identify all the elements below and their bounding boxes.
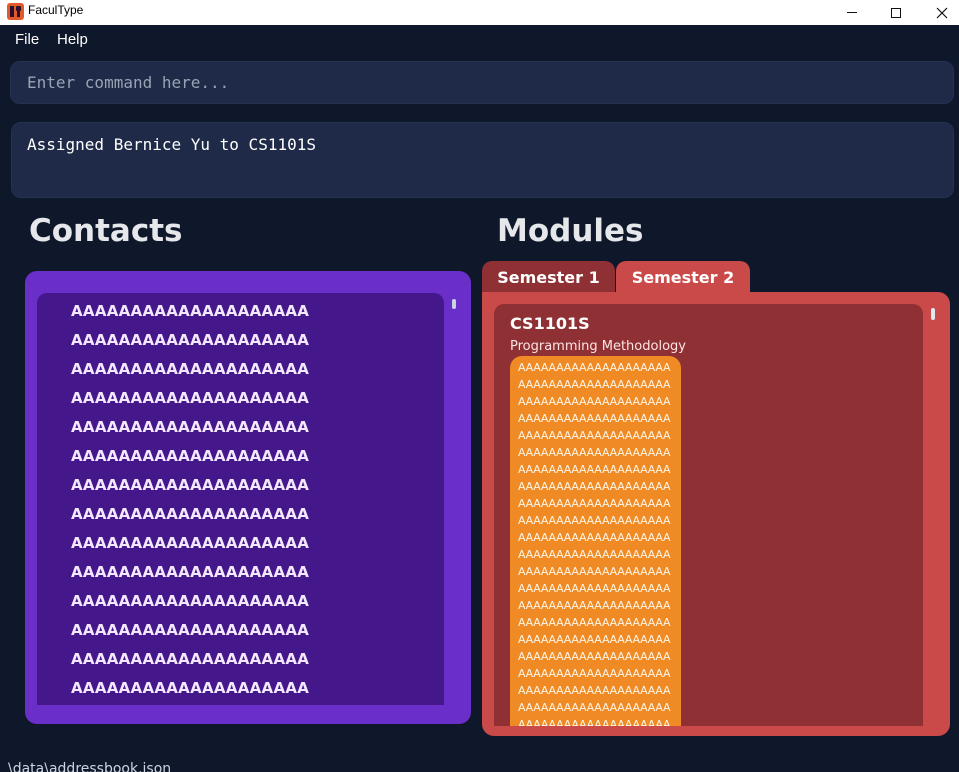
menu-bar: File Help	[0, 25, 959, 55]
staff-item: AAAAAAAAAAAAAAAAAAAA	[518, 582, 671, 595]
contact-item[interactable]: AAAAAAAAAAAAAAAAAAAA	[71, 389, 309, 407]
menu-help[interactable]: Help	[57, 31, 88, 48]
contact-item[interactable]: AAAAAAAAAAAAAAAAAAAA	[71, 447, 309, 465]
contact-item[interactable]: AAAAAAAAAAAAAAAAAAAA	[71, 621, 309, 639]
staff-item: AAAAAAAAAAAAAAAAAAAA	[518, 446, 671, 459]
staff-item: AAAAAAAAAAAAAAAAAAAA	[518, 412, 671, 425]
contact-item[interactable]: AAAAAAAAAAAAAAAAAAAA	[71, 679, 309, 697]
staff-item: AAAAAAAAAAAAAAAAAAAA	[518, 701, 671, 714]
module-code: CS1101S	[510, 314, 590, 333]
staff-item: AAAAAAAAAAAAAAAAAAAA	[518, 514, 671, 527]
contact-item[interactable]: AAAAAAAAAAAAAAAAAAAA	[71, 360, 309, 378]
title-bar: FaculType	[0, 0, 959, 25]
contact-item[interactable]: AAAAAAAAAAAAAAAAAAAA	[71, 418, 309, 436]
staff-item: AAAAAAAAAAAAAAAAAAAA	[518, 463, 671, 476]
staff-item: AAAAAAAAAAAAAAAAAAAA	[518, 361, 671, 374]
contact-item[interactable]: AAAAAAAAAAAAAAAAAAAA	[71, 534, 309, 552]
maximize-button[interactable]	[873, 0, 919, 25]
staff-item: AAAAAAAAAAAAAAAAAAAA	[518, 616, 671, 629]
staff-item: AAAAAAAAAAAAAAAAAAAA	[518, 633, 671, 646]
command-box	[10, 61, 954, 104]
modules-scrollbar[interactable]	[931, 308, 935, 320]
result-display[interactable]: Assigned Bernice Yu to CS1101S	[11, 122, 954, 198]
tab-semester-2[interactable]: Semester 2	[616, 261, 750, 293]
contacts-panel: AAAAAAAAAAAAAAAAAAAA AAAAAAAAAAAAAAAAAAAA…	[25, 271, 471, 724]
staff-item: AAAAAAAAAAAAAAAAAAAA	[518, 718, 671, 726]
contact-item[interactable]: AAAAAAAAAAAAAAAAAAAA	[71, 563, 309, 581]
staff-item: AAAAAAAAAAAAAAAAAAAA	[518, 480, 671, 493]
contact-item[interactable]: AAAAAAAAAAAAAAAAAAAA	[71, 650, 309, 668]
staff-list[interactable]: AAAAAAAAAAAAAAAAAAAA AAAAAAAAAAAAAAAAAAAA…	[510, 356, 681, 726]
contact-item[interactable]: AAAAAAAAAAAAAAAAAAAA	[71, 476, 309, 494]
result-text: Assigned Bernice Yu to CS1101S	[27, 135, 316, 154]
contact-item[interactable]: AAAAAAAAAAAAAAAAAAAA	[71, 592, 309, 610]
staff-item: AAAAAAAAAAAAAAAAAAAA	[518, 599, 671, 612]
menu-file[interactable]: File	[15, 31, 39, 48]
tab-semester-1[interactable]: Semester 1	[482, 261, 615, 293]
contacts-heading: Contacts	[29, 213, 183, 249]
staff-item: AAAAAAAAAAAAAAAAAAAA	[518, 531, 671, 544]
contact-item[interactable]: AAAAAAAAAAAAAAAAAAAA	[71, 331, 309, 349]
window-title: FaculType	[28, 3, 84, 17]
modules-panel: CS1101S Programming Methodology AAAAAAAA…	[482, 292, 950, 736]
status-bar: \data\addressbook.json	[0, 757, 959, 772]
close-icon	[936, 7, 948, 18]
modules-heading: Modules	[497, 213, 644, 249]
command-input[interactable]	[11, 62, 953, 103]
staff-item: AAAAAAAAAAAAAAAAAAAA	[518, 395, 671, 408]
staff-item: AAAAAAAAAAAAAAAAAAAA	[518, 497, 671, 510]
close-button[interactable]	[919, 0, 959, 25]
staff-item: AAAAAAAAAAAAAAAAAAAA	[518, 429, 671, 442]
minimize-button[interactable]	[829, 0, 875, 25]
staff-item: AAAAAAAAAAAAAAAAAAAA	[518, 548, 671, 561]
contact-item[interactable]: AAAAAAAAAAAAAAAAAAAA	[71, 505, 309, 523]
staff-item: AAAAAAAAAAAAAAAAAAAA	[518, 378, 671, 391]
maximize-icon	[891, 7, 901, 18]
status-file-path: \data\addressbook.json	[8, 761, 172, 772]
staff-item: AAAAAAAAAAAAAAAAAAAA	[518, 650, 671, 663]
contacts-scrollbar[interactable]	[452, 299, 456, 309]
staff-item: AAAAAAAAAAAAAAAAAAAA	[518, 667, 671, 680]
minimize-icon	[847, 12, 857, 13]
staff-item: AAAAAAAAAAAAAAAAAAAA	[518, 684, 671, 697]
contact-item[interactable]: AAAAAAAAAAAAAAAAAAAA	[71, 302, 309, 320]
staff-item: AAAAAAAAAAAAAAAAAAAA	[518, 565, 671, 578]
app-logo-icon	[7, 3, 24, 20]
contacts-list[interactable]: AAAAAAAAAAAAAAAAAAAA AAAAAAAAAAAAAAAAAAAA…	[37, 293, 444, 705]
module-name: Programming Methodology	[510, 339, 686, 354]
module-card[interactable]: CS1101S Programming Methodology AAAAAAAA…	[494, 304, 923, 726]
